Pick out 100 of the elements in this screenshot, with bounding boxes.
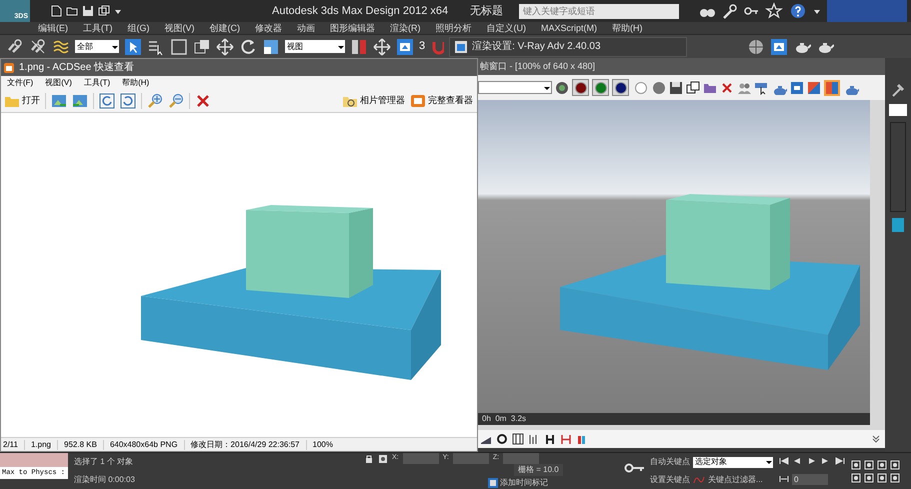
status-text: 952.8 KB (64, 438, 97, 450)
full-viewer-button[interactable]: 完整查看器 (410, 94, 473, 108)
save-icon[interactable] (82, 5, 94, 17)
status-text: 640x480x64b PNG (110, 438, 178, 450)
rotate-right-icon[interactable] (120, 92, 136, 108)
menu-item[interactable]: 渲染(R) (390, 24, 420, 32)
new-file-icon[interactable] (50, 5, 62, 17)
snap-toggle[interactable]: 3 (419, 38, 426, 55)
photo-manager-button[interactable]: 相片管理器 (342, 94, 405, 108)
clear-icon[interactable] (720, 80, 734, 94)
zoom-in-icon[interactable] (147, 92, 163, 108)
dropdown-field[interactable] (889, 104, 907, 116)
render-frame-icon[interactable] (770, 38, 788, 56)
document-title: 无标题 (470, 4, 504, 19)
coordinate-field[interactable] (402, 453, 439, 464)
wrench-icon[interactable] (721, 3, 737, 19)
key-mode-dropdown[interactable]: 选定对象 (693, 456, 773, 468)
copy-icon[interactable] (686, 80, 700, 94)
search-field[interactable]: 键入关键字或短语 (519, 4, 679, 18)
menu-item[interactable]: MAXScript(M) (541, 24, 597, 32)
hammer-icon[interactable] (890, 82, 906, 98)
coordinate-dropdown[interactable]: 视图 (285, 40, 345, 53)
window-icon (454, 40, 468, 54)
menu-item[interactable]: 修改器 (255, 24, 282, 32)
rotate-icon[interactable] (239, 38, 257, 56)
lock-icon[interactable] (364, 454, 374, 464)
render-frame-icon[interactable] (396, 38, 414, 56)
people-icon[interactable] (737, 80, 751, 94)
status-text: 100% (312, 438, 333, 450)
help-icon[interactable] (789, 2, 807, 20)
rgb-channels-icon[interactable] (555, 80, 569, 94)
move-icon[interactable] (373, 38, 391, 56)
render-setup-tab[interactable]: 渲染设置: V-Ray Adv 2.40.03 (449, 36, 688, 56)
window-title: 帧窗口 - [100% of 640 x 480] (480, 60, 596, 73)
auto-key-button[interactable]: 自动关键点 (650, 456, 690, 468)
menu-item[interactable]: 图形编辑器 (330, 24, 375, 32)
selection-status: 选择了 1 个 对象 (74, 456, 134, 468)
grid-status: 栅格 = 10.0 (514, 464, 563, 476)
menu-item[interactable]: 编辑(E) (38, 24, 68, 32)
save-icon[interactable] (669, 80, 683, 94)
next-image-icon[interactable] (72, 92, 88, 108)
mirror-icon[interactable] (350, 38, 368, 56)
menu-item[interactable]: 自定义(U) (486, 24, 526, 32)
menu-item[interactable]: 帮助(H) (612, 24, 642, 32)
menu-item[interactable]: 工具(T) (84, 76, 110, 88)
scale-icon[interactable] (262, 38, 280, 56)
window-title: Autodesk 3ds Max Design 2012 x64 (272, 4, 448, 19)
star-icon[interactable] (765, 2, 783, 20)
render-time-text: 0h 0m 3.2s (482, 413, 526, 425)
select-icon[interactable] (124, 38, 142, 56)
rectangle-icon[interactable] (170, 38, 188, 56)
frame-icon[interactable] (790, 80, 804, 94)
render-time-status: 渲染时间 0:00:03 (74, 474, 136, 486)
menu-item[interactable]: 工具(T) (83, 24, 112, 32)
status-text: 2/11 (3, 438, 18, 450)
set-key-button[interactable]: 设置关键点 (650, 474, 690, 486)
chevron-icon[interactable] (871, 434, 881, 444)
app-icon[interactable] (3, 62, 15, 74)
previous-image-icon[interactable] (51, 92, 67, 108)
menu-item[interactable]: 帮助(H) (122, 76, 150, 88)
move-icon[interactable] (216, 38, 234, 56)
menu-item[interactable]: 文件(F) (7, 76, 34, 88)
cursor-icon[interactable] (754, 80, 768, 94)
window-icon[interactable] (193, 38, 211, 56)
color-bars-icon[interactable] (576, 433, 588, 445)
menu-item[interactable]: 照明分析 (436, 24, 472, 32)
filter-dropdown[interactable]: 全部 (75, 40, 119, 53)
open-button[interactable]: 打开 (4, 94, 40, 108)
previous-frame-icon[interactable] (793, 457, 803, 466)
frame-field[interactable]: 0 (792, 474, 828, 485)
go-to-end-icon[interactable] (835, 457, 845, 466)
folder-icon[interactable] (66, 5, 78, 17)
mono-icon[interactable] (652, 80, 666, 94)
coordinate-field[interactable] (452, 453, 489, 464)
viewer-icon (410, 94, 426, 108)
link-icon[interactable] (6, 38, 24, 56)
menu-item[interactable]: 组(G) (128, 24, 150, 32)
menu-item[interactable]: 创建(C) (210, 24, 240, 32)
circle-icon[interactable] (496, 433, 508, 445)
h-icon[interactable] (544, 433, 556, 445)
key-filters-button[interactable]: 关键点过滤器... (708, 474, 763, 486)
status-text: 1.png (30, 438, 52, 450)
coordinate-field[interactable] (503, 453, 540, 464)
menu-item[interactable]: 视图(V) (164, 24, 194, 32)
add-time-tag-button[interactable]: 添加时间标记 (488, 476, 548, 489)
unlink-icon[interactable] (29, 38, 47, 56)
delete-icon[interactable] (195, 92, 211, 108)
rotate-left-icon[interactable] (99, 92, 115, 108)
status-text: 修改日期：2016/4/29 22:36:57 (190, 438, 300, 450)
play-icon[interactable] (807, 457, 817, 466)
windows-icon[interactable] (98, 5, 110, 17)
channel-dropdown[interactable] (478, 81, 552, 94)
globe-icon[interactable] (747, 38, 766, 56)
color-swatch[interactable] (892, 218, 904, 232)
menu-item[interactable]: 视图(V) (45, 76, 72, 88)
zoom-out-icon[interactable] (168, 92, 184, 108)
wave-icon[interactable] (52, 38, 70, 56)
menu-item[interactable]: 动画 (297, 24, 315, 32)
script-listener-field[interactable] (0, 453, 68, 467)
go-to-start-icon[interactable] (779, 457, 789, 466)
